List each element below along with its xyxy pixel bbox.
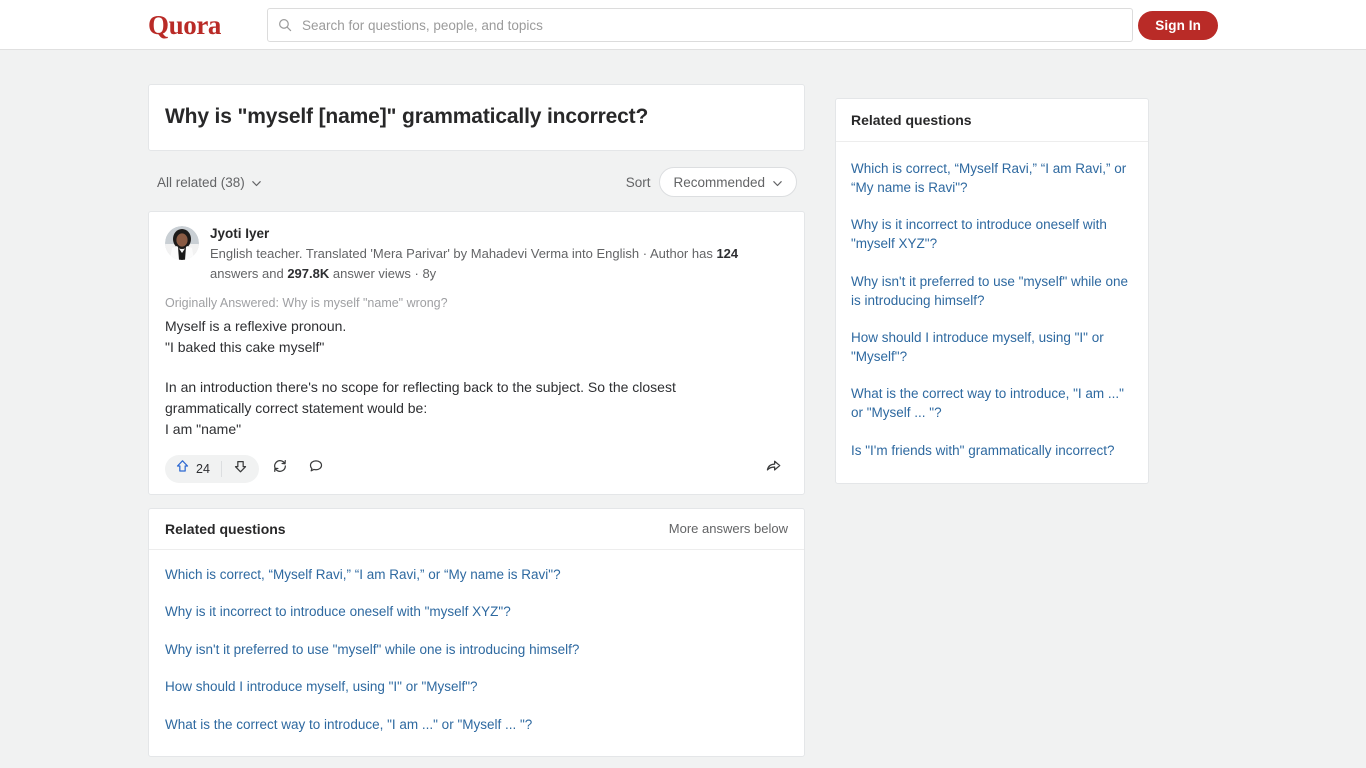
answer-line: I am "name" <box>165 420 242 437</box>
sort-label: Sort <box>625 174 651 190</box>
share-button[interactable] <box>760 456 786 482</box>
quora-logo[interactable]: Quora <box>148 10 221 41</box>
sidebar-related-question-link[interactable]: How should I introduce myself, using "I"… <box>851 319 1133 375</box>
comment-button[interactable] <box>301 455 331 483</box>
main-column: Why is "myself [name]" grammatically inc… <box>148 84 805 768</box>
all-related-dropdown[interactable]: All related (38) <box>157 175 262 190</box>
sidebar-related-question-link[interactable]: Which is correct, “Myself Ravi,” “I am R… <box>851 150 1133 206</box>
sidebar-related-questions-title: Related questions <box>836 99 1148 142</box>
related-questions-card: Related questions More answers below Whi… <box>148 507 805 757</box>
related-questions-title: Related questions <box>165 520 286 537</box>
search-bar[interactable] <box>267 8 1133 42</box>
answer-line: In an introduction there's no scope for … <box>165 378 676 395</box>
answer-card: Jyoti Iyer English teacher. Translated '… <box>148 211 805 495</box>
related-question-link[interactable]: Which is correct, “Myself Ravi,” “I am R… <box>165 556 788 594</box>
credential-suffix: answer views · 8y <box>329 265 437 281</box>
upvote-button[interactable]: 24 <box>165 455 221 483</box>
avatar[interactable] <box>165 226 199 261</box>
author-name[interactable]: Jyoti Iyer <box>210 225 788 243</box>
related-question-link[interactable]: How should I introduce myself, using "I"… <box>165 668 788 706</box>
answer-line: Myself is a reflexive pronoun. <box>165 317 347 334</box>
search-icon <box>278 18 292 32</box>
site-header: Quora Sign In <box>0 0 1366 50</box>
related-questions-list: Which is correct, “Myself Ravi,” “I am R… <box>149 550 804 756</box>
sidebar-related-question-link[interactable]: Why is it incorrect to introduce oneself… <box>851 206 1133 262</box>
answer-action-bar: 24 <box>165 454 788 484</box>
sort-value: Recommended <box>673 174 765 190</box>
upvote-count: 24 <box>196 461 210 476</box>
search-input[interactable] <box>300 16 1122 34</box>
answers-count: 124 <box>716 245 739 261</box>
author-meta: Jyoti Iyer English teacher. Translated '… <box>210 225 788 284</box>
downvote-icon <box>233 459 248 479</box>
sidebar-related-questions-card: Related questions Which is correct, “Mys… <box>835 98 1149 484</box>
answer-line: "I baked this cake myself" <box>165 338 325 355</box>
sidebar-related-question-link[interactable]: Is "I'm friends with" grammatically inco… <box>851 432 1133 469</box>
repost-button[interactable] <box>265 455 295 483</box>
sidebar: Related questions Which is correct, “Mys… <box>835 98 1149 497</box>
sidebar-related-question-link[interactable]: Why isn't it preferred to use "myself" w… <box>851 263 1133 319</box>
related-questions-header: Related questions More answers below <box>149 509 804 550</box>
downvote-button[interactable] <box>222 455 259 483</box>
share-icon <box>765 458 782 480</box>
views-count: 297.8K <box>287 265 330 281</box>
credential-prefix: English teacher. Translated 'Mera Pariva… <box>210 245 717 261</box>
related-question-link[interactable]: Why is it incorrect to introduce oneself… <box>165 593 788 631</box>
chevron-down-icon <box>251 177 262 188</box>
sidebar-related-question-link[interactable]: What is the correct way to introduce, "I… <box>851 375 1133 431</box>
chevron-down-icon <box>772 177 783 188</box>
upvote-icon <box>175 459 190 479</box>
author-row: Jyoti Iyer English teacher. Translated '… <box>165 225 788 284</box>
sidebar-related-questions-list: Which is correct, “Myself Ravi,” “I am R… <box>836 142 1148 483</box>
comment-icon <box>308 458 324 479</box>
filter-bar: All related (38) Sort Recommended <box>148 164 805 200</box>
credential-middle: answers and <box>210 265 288 281</box>
answer-line: grammatically correct statement would be… <box>165 399 428 416</box>
page-title: Why is "myself [name]" grammatically inc… <box>165 105 649 128</box>
sign-in-button[interactable]: Sign In <box>1138 11 1218 40</box>
more-answers-below-link[interactable]: More answers below <box>669 521 788 536</box>
question-card: Why is "myself [name]" grammatically inc… <box>148 84 805 152</box>
vote-pill: 24 <box>165 454 259 483</box>
answer-body: Myself is a reflexive pronoun. "I baked … <box>165 316 788 440</box>
all-related-label: All related (38) <box>157 174 245 190</box>
originally-answered: Originally Answered: Why is myself "name… <box>165 295 448 310</box>
author-credential: English teacher. Translated 'Mera Pariva… <box>210 244 788 284</box>
sort-dropdown[interactable]: Recommended <box>659 167 797 198</box>
related-question-link[interactable]: What is the correct way to introduce, "I… <box>165 706 788 744</box>
repost-icon <box>272 458 288 479</box>
sort-group: Sort Recommended <box>625 167 797 198</box>
page-body: Why is "myself [name]" grammatically inc… <box>0 50 1366 768</box>
related-question-link[interactable]: Why isn't it preferred to use "myself" w… <box>165 631 788 669</box>
